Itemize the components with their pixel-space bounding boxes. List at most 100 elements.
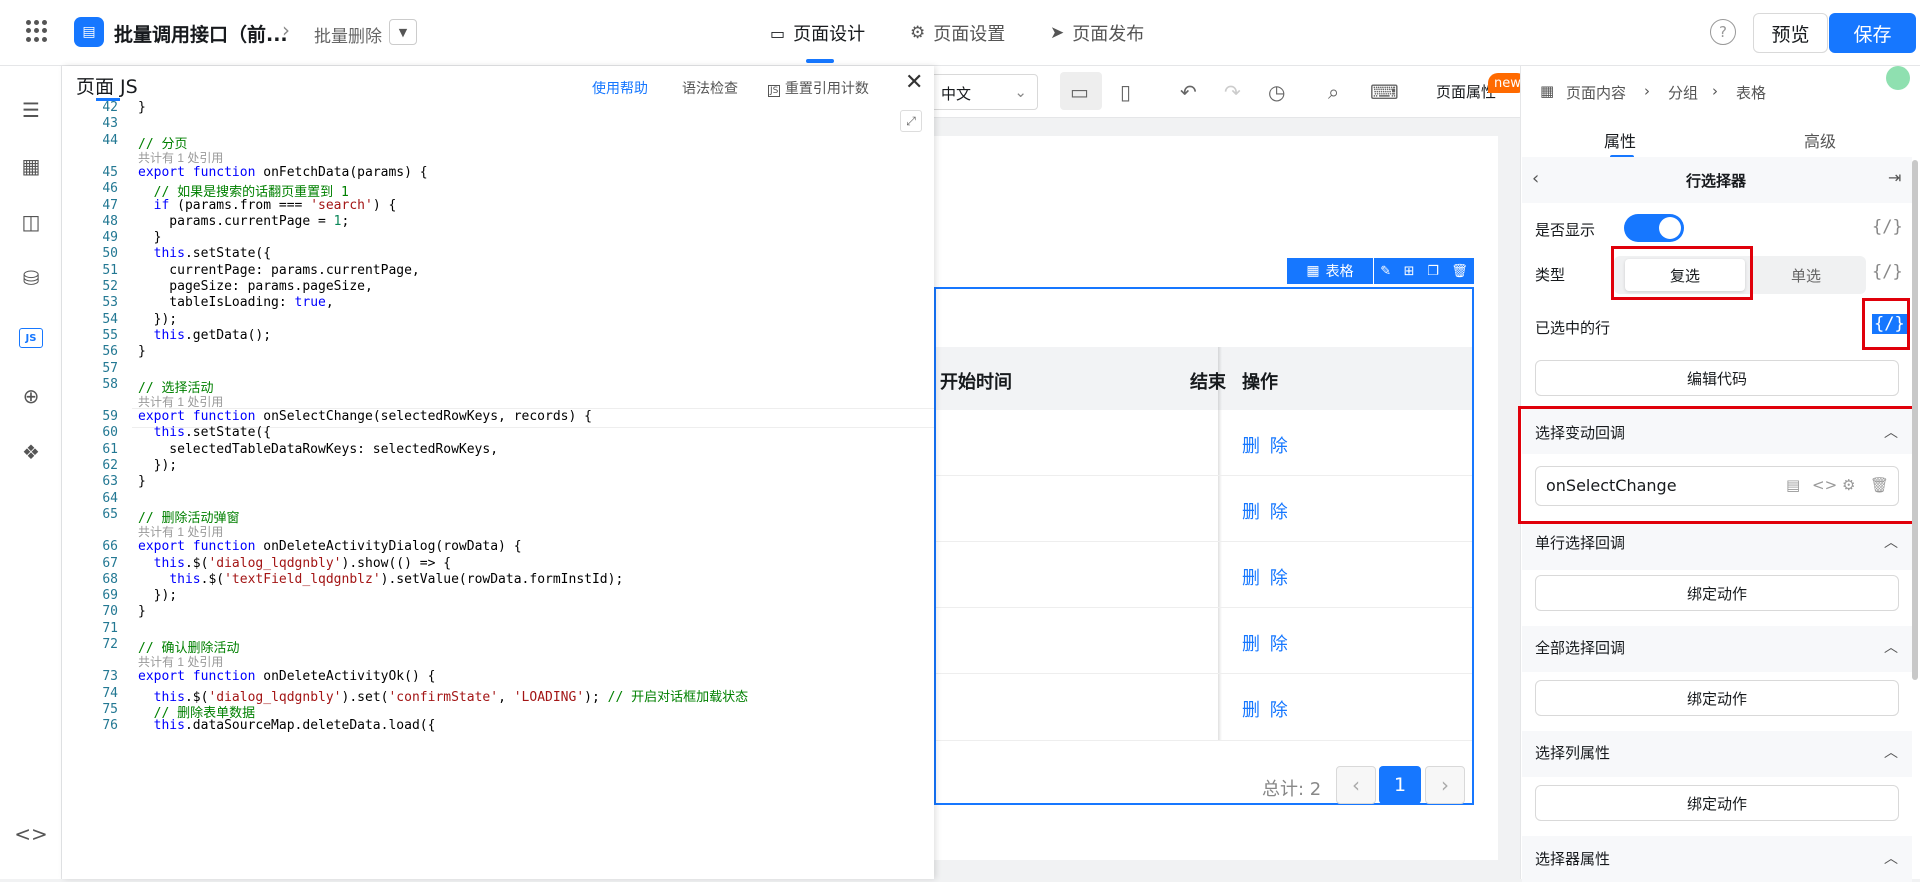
page-properties-button[interactable]: 页面属性: [1436, 81, 1496, 102]
bind-action-button[interactable]: 绑定动作: [1535, 785, 1899, 821]
layout-panel-icon[interactable]: ◫: [17, 208, 45, 236]
delete-link[interactable]: 删 除: [1242, 564, 1290, 590]
code-line[interactable]: pageSize: params.pageSize,: [138, 279, 373, 294]
close-icon[interactable]: ✕: [905, 70, 923, 95]
undo-icon[interactable]: ↶: [1180, 80, 1197, 104]
outline-tree-icon[interactable]: ☰: [17, 96, 45, 124]
help-icon[interactable]: ?: [1710, 19, 1736, 45]
reset-ref-count-button[interactable]: JS 重置引用计数: [768, 78, 869, 98]
highlight-box: [1611, 246, 1753, 300]
syntax-check-button[interactable]: 语法检查: [682, 78, 738, 98]
app-name[interactable]: 批量调用接口（前...: [114, 20, 288, 47]
next-page-button[interactable]: ›: [1425, 766, 1465, 804]
code-line[interactable]: }: [138, 344, 146, 359]
delete-link[interactable]: 删 除: [1242, 630, 1290, 656]
code-line[interactable]: this.setState({: [138, 425, 271, 440]
mobile-icon[interactable]: ▯: [1120, 80, 1131, 104]
code-line[interactable]: this.getData();: [138, 328, 271, 343]
datasource-icon[interactable]: ⛁: [17, 264, 45, 292]
chevron-up-icon[interactable]: ︿: [1884, 848, 1898, 868]
code-line[interactable]: this.$('textField_lqdgnblz').setValue(ro…: [138, 572, 623, 587]
expression-icon-active[interactable]: {/}: [1872, 314, 1907, 334]
tab-page-settings[interactable]: ⚙ 页面设置: [910, 20, 1005, 46]
delete-link[interactable]: 删 除: [1242, 498, 1290, 524]
tab-page-design[interactable]: ▭ 页面设计: [770, 20, 865, 46]
line-number: 43: [102, 116, 118, 132]
apps-grid-icon[interactable]: [26, 20, 48, 42]
history-icon[interactable]: ◷: [1268, 80, 1285, 104]
table-component-tag[interactable]: ▦ 表格: [1287, 258, 1373, 284]
search-icon[interactable]: ⌕: [1328, 80, 1339, 104]
desktop-icon[interactable]: ▭: [1070, 80, 1089, 104]
trash-icon[interactable]: 🗑: [1451, 264, 1468, 279]
prev-page-button[interactable]: ‹: [1336, 766, 1376, 804]
delete-link[interactable]: 删 除: [1242, 696, 1290, 722]
bind-action-button[interactable]: 绑定动作: [1535, 680, 1899, 716]
js-icon[interactable]: JS: [19, 328, 43, 348]
line-number: 51: [102, 262, 118, 278]
back-chevron-icon[interactable]: ‹: [1532, 168, 1539, 189]
code-line[interactable]: });: [138, 312, 178, 327]
components-grid-icon[interactable]: ▦: [17, 152, 45, 180]
bind-action-button[interactable]: 绑定动作: [1535, 575, 1899, 611]
code-line[interactable]: currentPage: params.currentPage,: [138, 263, 419, 278]
code-line[interactable]: export function onSelectChange(selectedR…: [138, 409, 592, 424]
type-label: 类型: [1535, 266, 1566, 284]
code-line[interactable]: export function onDeleteActivityOk() {: [138, 669, 435, 684]
code-line[interactable]: }: [138, 474, 146, 489]
edit-code-button[interactable]: 编辑代码: [1535, 360, 1899, 396]
breadcrumb-item[interactable]: 分组: [1668, 82, 1698, 103]
page-dropdown-button[interactable]: ▼: [389, 19, 417, 45]
code-icon[interactable]: <>: [14, 820, 48, 848]
plugins-icon[interactable]: ❖: [17, 438, 45, 466]
code-line[interactable]: export function onDeleteActivityDialog(r…: [138, 539, 522, 554]
code-line[interactable]: this.dataSourceMap.deleteData.load({: [138, 718, 436, 733]
code-line[interactable]: this.$('dialog_lqdgnbly').show(() => {: [138, 556, 451, 571]
code-line[interactable]: tableIsLoading: true,: [138, 295, 333, 310]
tab-page-publish[interactable]: ➤ 页面发布: [1050, 20, 1144, 46]
type-option-radio[interactable]: 单选: [1754, 259, 1858, 291]
code-line[interactable]: });: [138, 588, 178, 603]
code-line[interactable]: selectedTableDataRowKeys: selectedRowKey…: [138, 442, 498, 457]
chevron-up-icon[interactable]: ︿: [1884, 637, 1898, 657]
code-line[interactable]: }: [138, 230, 162, 245]
copy-icon[interactable]: ❐: [1427, 264, 1439, 279]
delete-link[interactable]: 删 除: [1242, 432, 1290, 458]
chevron-up-icon[interactable]: ︿: [1884, 532, 1898, 552]
code-line[interactable]: if (params.from === 'search') {: [138, 198, 397, 213]
expand-icon[interactable]: ⤢: [900, 110, 922, 132]
page-name[interactable]: 批量删除: [314, 22, 382, 47]
code-line[interactable]: }: [138, 604, 146, 619]
properties-scrollbar[interactable]: [1912, 160, 1918, 680]
add-icon[interactable]: ⊞: [1404, 264, 1415, 279]
language-value: 中文: [941, 85, 972, 103]
expression-icon[interactable]: {/}: [1872, 262, 1903, 282]
show-toggle[interactable]: [1624, 214, 1684, 242]
fixed-column-shadow: [1218, 347, 1222, 740]
code-line[interactable]: this.setState({: [138, 246, 271, 261]
current-page-button[interactable]: 1: [1379, 766, 1421, 804]
left-icon-rail: ☰ ▦ ◫ ⛁ JS ⊕ ❖ <>: [0, 66, 62, 879]
code-line[interactable]: }: [138, 100, 146, 115]
exit-icon[interactable]: ⇥: [1888, 168, 1901, 187]
code-line[interactable]: });: [138, 458, 178, 473]
line-number: 72: [102, 637, 118, 652]
language-select[interactable]: 中文 ⌄: [926, 74, 1038, 110]
line-number: 53: [102, 295, 118, 311]
chevron-up-icon[interactable]: ︿: [1884, 742, 1898, 762]
tab-advanced[interactable]: 高级: [1804, 128, 1836, 152]
code-line[interactable]: params.currentPage = 1;: [138, 214, 349, 229]
edit-icon[interactable]: ✎: [1380, 264, 1391, 279]
globe-icon[interactable]: ⊕: [17, 382, 45, 410]
redo-icon[interactable]: ↷: [1224, 80, 1241, 104]
breadcrumb-item[interactable]: 表格: [1736, 82, 1766, 103]
keyboard-icon[interactable]: ⌨: [1370, 80, 1399, 104]
tab-properties[interactable]: 属性: [1604, 128, 1636, 152]
expression-icon[interactable]: {/}: [1872, 217, 1903, 237]
save-button[interactable]: 保存: [1829, 13, 1916, 53]
preview-button[interactable]: 预览: [1753, 13, 1828, 53]
line-number: 71: [102, 620, 118, 636]
breadcrumb-item[interactable]: 页面内容: [1566, 82, 1626, 103]
use-help-link[interactable]: 使用帮助: [592, 78, 648, 98]
code-line[interactable]: export function onFetchData(params) {: [138, 165, 428, 180]
